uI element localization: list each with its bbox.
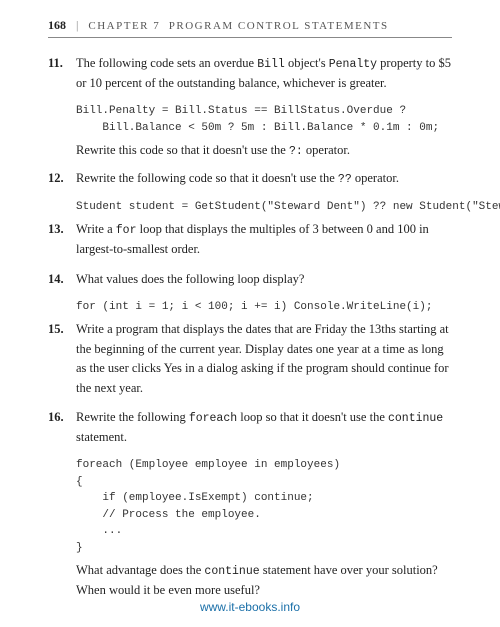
question-14: 14. What values does the following loop … (48, 270, 452, 289)
content-area: 11. The following code sets an overdue B… (48, 54, 452, 600)
q15-number: 15. (48, 320, 76, 339)
q11-text: The following code sets an overdue Bill … (76, 54, 452, 93)
header-chapter: CHAPTER 7 PROGRAM CONTROL STATEMENTS (88, 20, 388, 32)
header-divider: | (76, 18, 78, 33)
q11-code: Bill.Penalty = Bill.Status == BillStatus… (76, 103, 452, 136)
q13-number: 13. (48, 220, 76, 239)
question-13: 13. Write a for loop that displays the m… (48, 220, 452, 259)
q16-text: Rewrite the following foreach loop so th… (76, 408, 452, 447)
question-12: 12. Rewrite the following code so that i… (48, 169, 452, 189)
page-footer: www.it-ebooks.info (0, 599, 500, 615)
page-header: 168 | CHAPTER 7 PROGRAM CONTROL STATEMEN… (48, 18, 452, 38)
q15-text: Write a program that displays the dates … (76, 320, 452, 398)
q16-followup: What advantage does the continue stateme… (76, 561, 452, 600)
q11-number: 11. (48, 54, 76, 73)
q12-code: Student student = GetStudent("Steward De… (76, 199, 452, 216)
page-number: 168 (48, 18, 66, 33)
q16-code: foreach (Employee employee in employees)… (76, 457, 452, 556)
question-11: 11. The following code sets an overdue B… (48, 54, 452, 93)
q11-followup: Rewrite this code so that it doesn't use… (76, 141, 452, 161)
q13-text: Write a for loop that displays the multi… (76, 220, 452, 259)
q12-text: Rewrite the following code so that it do… (76, 169, 452, 189)
footer-link[interactable]: www.it-ebooks.info (200, 600, 300, 614)
q14-text: What values does the following loop disp… (76, 270, 452, 289)
question-15: 15. Write a program that displays the da… (48, 320, 452, 398)
page: 168 | CHAPTER 7 PROGRAM CONTROL STATEMEN… (0, 0, 500, 627)
q14-code: for (int i = 1; i < 100; i += i) Console… (76, 299, 452, 316)
q16-number: 16. (48, 408, 76, 427)
q12-number: 12. (48, 169, 76, 188)
q14-number: 14. (48, 270, 76, 289)
question-16: 16. Rewrite the following foreach loop s… (48, 408, 452, 447)
